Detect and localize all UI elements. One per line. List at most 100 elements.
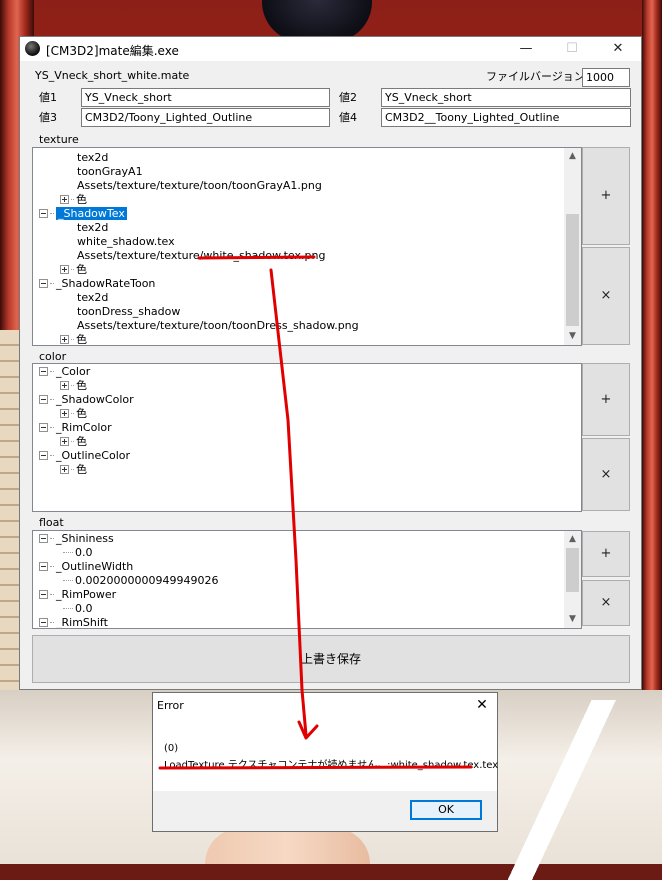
expand-icon[interactable]: [60, 265, 69, 274]
float-tree[interactable]: ▲ ▼ _Shininess 0.0 _OutlineWidth 0.00200000…: [32, 530, 582, 629]
tree-item-label: _RimColor: [56, 421, 112, 434]
tree-item[interactable]: _RimShift: [39, 616, 108, 628]
tree-item[interactable]: 色: [60, 407, 87, 421]
tree-item[interactable]: tex2d: [77, 221, 108, 235]
tree-connector: [71, 385, 74, 386]
value4-field[interactable]: CM3D2__Toony_Lighted_Outline: [381, 108, 631, 127]
tree-item[interactable]: 色: [60, 193, 87, 207]
scroll-thumb[interactable]: [566, 548, 579, 592]
collapse-icon[interactable]: [39, 618, 48, 627]
tree-item[interactable]: _OutlineWidth: [39, 560, 133, 574]
main-window: [CM3D2]mate編集.exe — ☐ ✕ YS_Vneck_short_w…: [19, 36, 642, 690]
tree-item[interactable]: 色: [60, 263, 87, 277]
tree-item-label: 0.0020000000949949026: [75, 574, 219, 587]
tree-item[interactable]: _RimColor: [39, 421, 112, 435]
value2-label: 値2: [339, 91, 357, 104]
tree-item-label: 色: [76, 333, 87, 346]
tree-connector: [71, 269, 74, 270]
tree-item-label: _OutlineWidth: [56, 560, 134, 573]
maximize-button[interactable]: ☐: [549, 37, 595, 61]
tree-item[interactable]: Assets/texture/texture/toon/toonDress_sh…: [77, 319, 359, 333]
collapse-icon[interactable]: [39, 562, 48, 571]
tree-connector: [50, 427, 54, 428]
value1-field[interactable]: YS_Vneck_short: [81, 88, 330, 107]
tree-connector: [63, 580, 73, 581]
texture-scrollbar[interactable]: ▲ ▼: [564, 148, 581, 345]
collapse-icon[interactable]: [39, 451, 48, 460]
tree-connector: [63, 608, 73, 609]
scroll-up-icon[interactable]: ▲: [564, 148, 581, 165]
collapse-icon[interactable]: [39, 590, 48, 599]
close-button[interactable]: ✕: [595, 37, 641, 61]
tree-item-label: 色: [76, 263, 87, 276]
tree-item-label: 色: [76, 193, 87, 206]
tree-item-label: 色: [76, 379, 87, 392]
collapse-icon[interactable]: [39, 279, 48, 288]
tree-item[interactable]: tex2d: [77, 291, 108, 305]
tree-item[interactable]: toonGrayA1: [77, 165, 143, 179]
collapse-icon[interactable]: [39, 395, 48, 404]
tree-item[interactable]: _OutlineColor: [39, 449, 130, 463]
expand-icon[interactable]: [60, 437, 69, 446]
tree-item[interactable]: 色: [60, 463, 87, 477]
tree-item[interactable]: white_shadow.tex: [77, 235, 175, 249]
tree-connector: [50, 538, 54, 539]
tree-item[interactable]: _RimPower: [39, 588, 116, 602]
scroll-down-icon[interactable]: ▼: [564, 328, 581, 345]
error-dialog-close-button[interactable]: ✕: [467, 693, 497, 717]
file-version-field[interactable]: 1000: [582, 68, 630, 87]
collapse-icon[interactable]: [39, 534, 48, 543]
value3-field[interactable]: CM3D2/Toony_Lighted_Outline: [81, 108, 330, 127]
expand-icon[interactable]: [60, 409, 69, 418]
tree-connector: [50, 283, 54, 284]
value4-label: 値4: [339, 111, 357, 124]
tree-item[interactable]: _ShadowTex: [39, 207, 127, 221]
tree-connector: [50, 455, 54, 456]
texture-remove-button[interactable]: ×: [582, 247, 630, 345]
error-code: (0): [164, 743, 179, 754]
float-scrollbar[interactable]: ▲ ▼: [564, 531, 581, 628]
expand-icon[interactable]: [60, 195, 69, 204]
color-add-button[interactable]: +: [582, 363, 630, 436]
tree-item-label: _Color: [56, 365, 91, 378]
title-bar[interactable]: [CM3D2]mate編集.exe — ☐ ✕: [20, 37, 641, 61]
color-remove-button[interactable]: ×: [582, 438, 630, 511]
texture-add-button[interactable]: +: [582, 147, 630, 245]
float-group-title: float: [39, 516, 64, 529]
value2-field[interactable]: YS_Vneck_short: [381, 88, 631, 107]
tree-item[interactable]: _ShadowColor: [39, 393, 134, 407]
tree-item-label: 色: [76, 407, 87, 420]
tree-item[interactable]: 0.0: [63, 546, 93, 560]
error-message: LoadTexture テクスチャコンテナが読めません。:white_shado…: [164, 760, 499, 771]
tree-item[interactable]: 色: [60, 435, 87, 449]
expand-icon[interactable]: [60, 465, 69, 474]
collapse-icon[interactable]: [39, 367, 48, 376]
scroll-down-icon[interactable]: ▼: [564, 611, 581, 628]
collapse-icon[interactable]: [39, 209, 48, 218]
tree-item-label: _ShadowRateToon: [56, 277, 156, 290]
minimize-button[interactable]: —: [503, 37, 549, 61]
tree-item[interactable]: _Color: [39, 365, 90, 379]
tree-connector: [71, 469, 74, 470]
tree-item[interactable]: 0.0020000000949949026: [63, 574, 218, 588]
ok-button[interactable]: OK: [410, 800, 482, 820]
tree-item[interactable]: Assets/texture/texture/toon/toonGrayA1.p…: [77, 179, 322, 193]
float-remove-button[interactable]: ×: [582, 580, 630, 626]
tree-item[interactable]: Assets/texture/texture/white_shadow.tex.…: [77, 249, 325, 263]
tree-item[interactable]: tex2d: [77, 151, 108, 165]
expand-icon[interactable]: [60, 335, 69, 344]
tree-item[interactable]: _Shininess: [39, 532, 114, 546]
tree-item[interactable]: toonDress_shadow: [77, 305, 180, 319]
collapse-icon[interactable]: [39, 423, 48, 432]
tree-item[interactable]: _ShadowRateToon: [39, 277, 155, 291]
overwrite-save-button[interactable]: 上書き保存: [32, 635, 630, 683]
tree-item[interactable]: 0.0: [63, 602, 93, 616]
expand-icon[interactable]: [60, 381, 69, 390]
scroll-up-icon[interactable]: ▲: [564, 531, 581, 548]
tree-item[interactable]: 色: [60, 379, 87, 393]
float-add-button[interactable]: +: [582, 531, 630, 577]
tree-item[interactable]: 色: [60, 333, 87, 346]
texture-tree[interactable]: ▲ ▼ tex2d toonGrayA1 Assets/texture/textur…: [32, 147, 582, 346]
color-tree[interactable]: _Color 色 _ShadowColor 色 _RimColor 色 _OutlineCo…: [32, 363, 582, 512]
scroll-thumb[interactable]: [566, 214, 579, 326]
